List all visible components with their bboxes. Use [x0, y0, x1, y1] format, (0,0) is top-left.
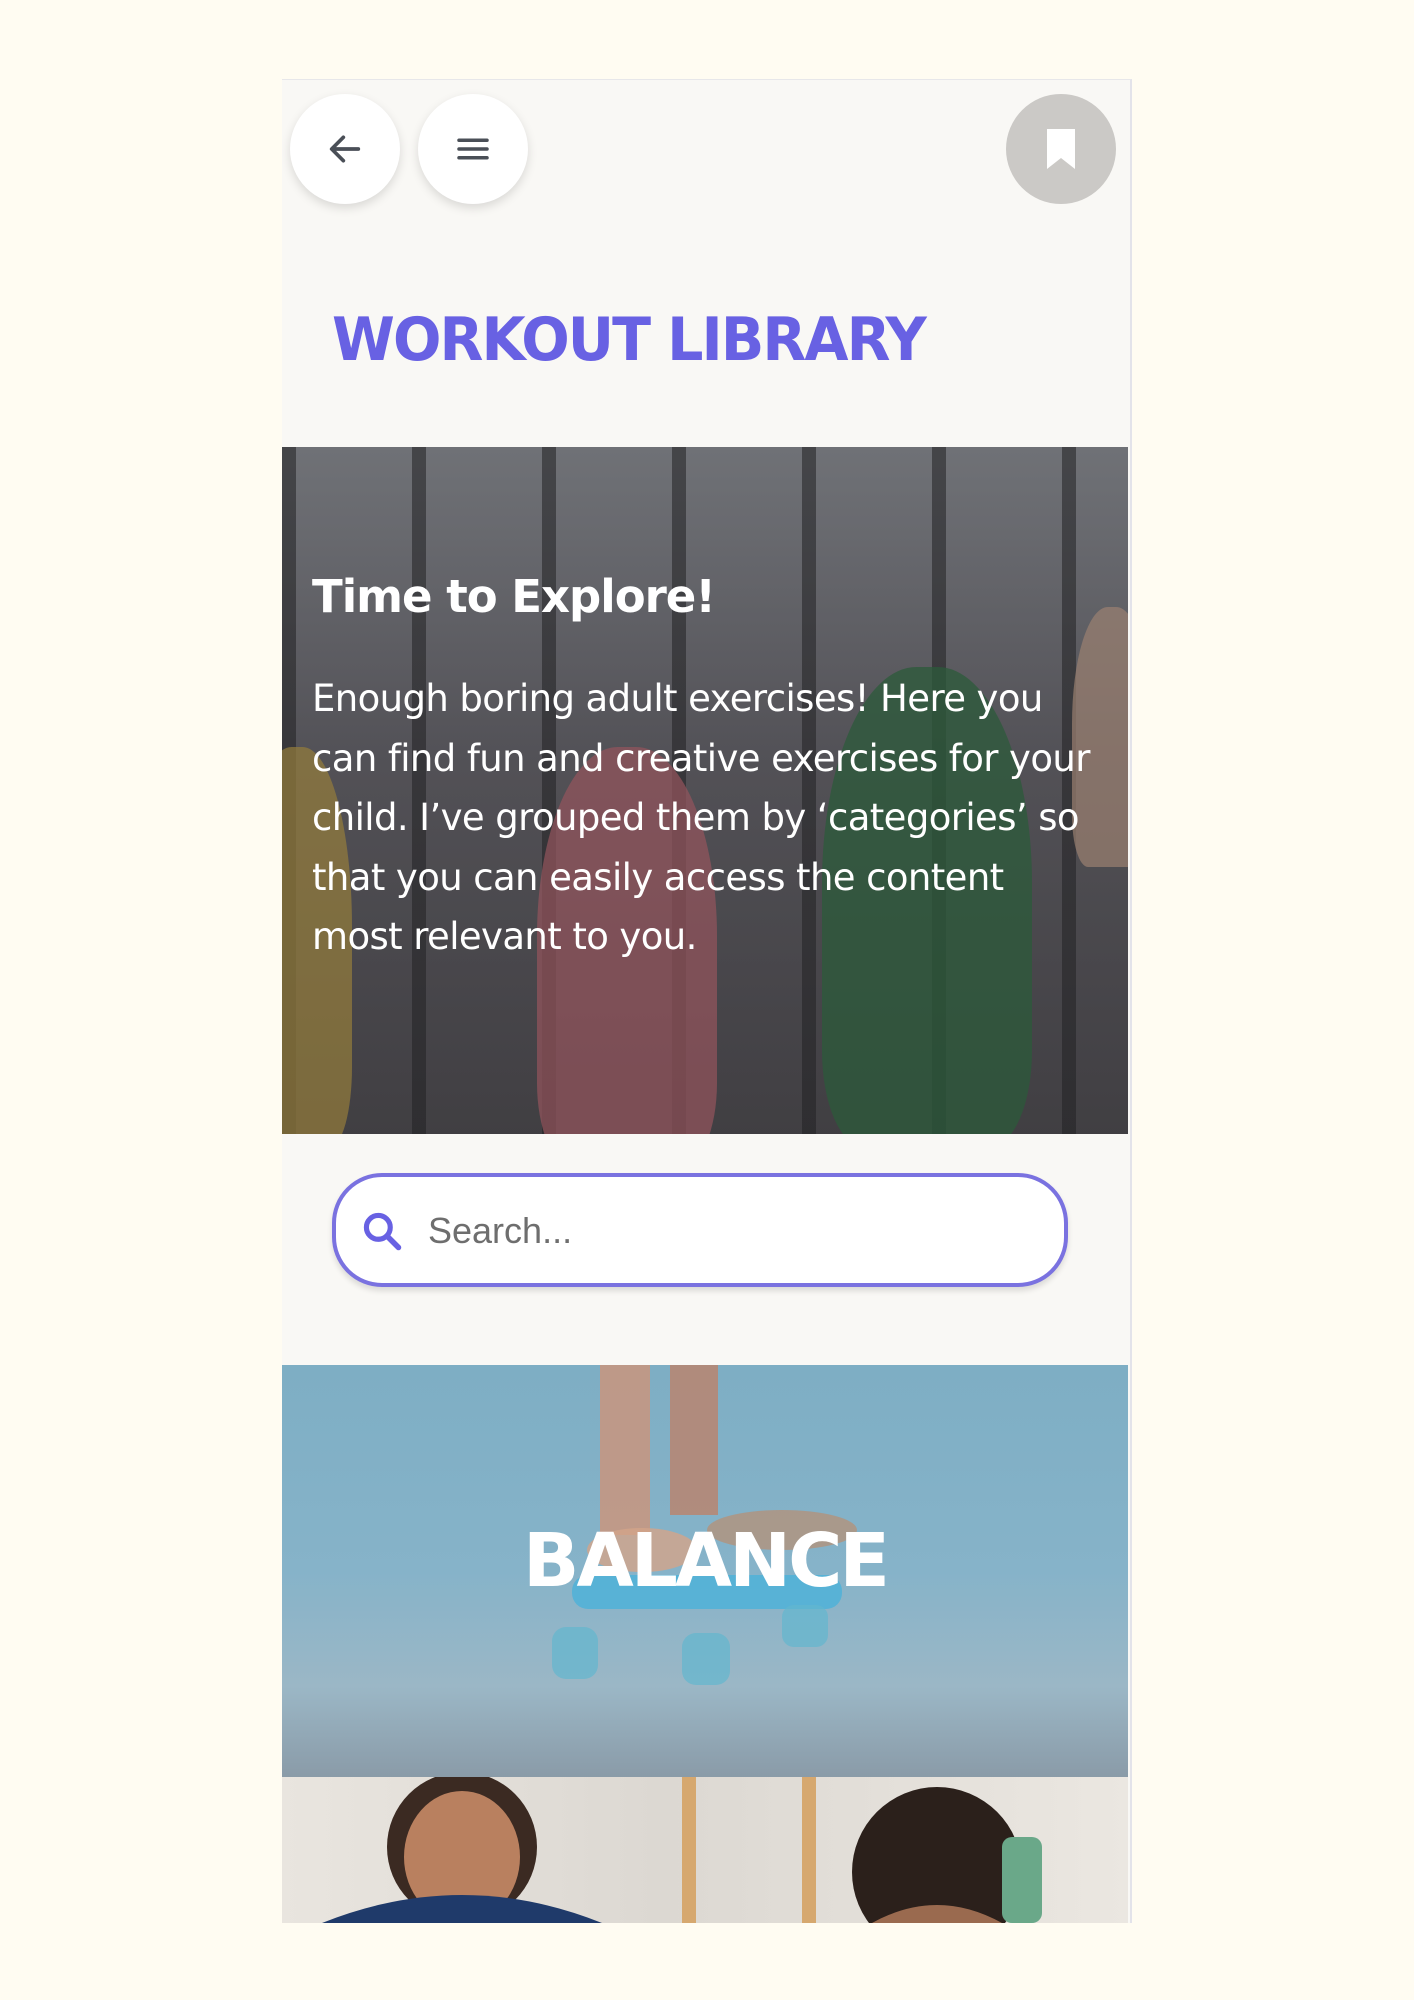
hero-description: Enough boring adult exercises! Here you … — [312, 677, 1090, 958]
category-card-next[interactable] — [282, 1777, 1128, 1923]
category-label: BALANCE — [523, 1518, 890, 1604]
bookmark-button[interactable] — [1006, 94, 1116, 204]
menu-button[interactable] — [418, 94, 528, 204]
search-icon — [363, 1212, 402, 1251]
category-image-children — [322, 1777, 1042, 1923]
search-input[interactable] — [426, 1197, 1030, 1265]
category-card-balance[interactable]: BALANCE — [282, 1365, 1128, 1777]
hero-banner: Time to Explore! Enough boring adult exe… — [282, 447, 1128, 1134]
search-bar[interactable] — [332, 1173, 1068, 1287]
hero-title: Time to Explore! — [312, 570, 716, 623]
arrow-left-icon — [329, 135, 361, 163]
page-title: WORKOUT LIBRARY — [332, 305, 927, 375]
bookmark-icon — [1047, 129, 1075, 169]
hamburger-menu-icon — [457, 138, 489, 160]
app-screen: WORKOUT LIBRARY Time to Explore! Enough … — [282, 79, 1132, 1923]
back-button[interactable] — [290, 94, 400, 204]
